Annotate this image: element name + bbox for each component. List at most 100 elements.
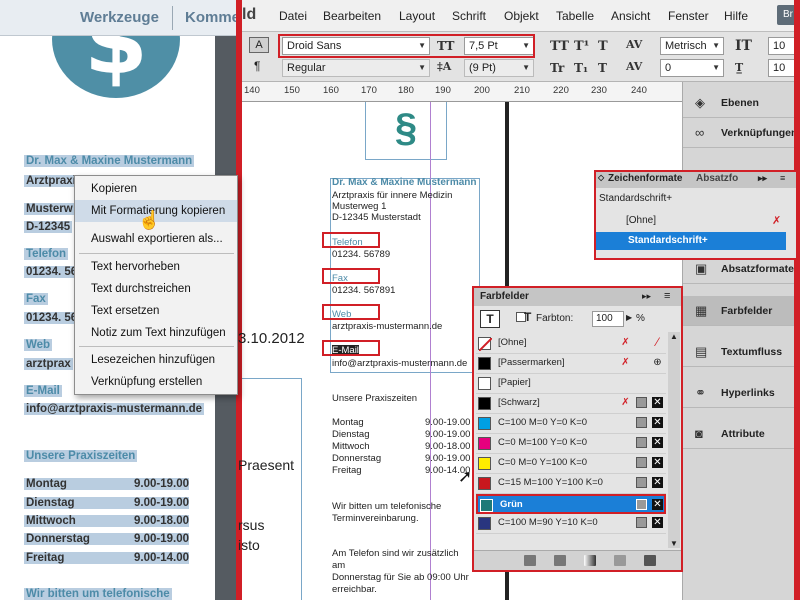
show-gradient-swatches-icon[interactable] xyxy=(584,555,596,566)
left-line-telefon: 01234. 56 xyxy=(24,266,80,278)
panel-expand-icon[interactable]: ▸▸ xyxy=(758,173,767,184)
dock-item-farbfelder[interactable]: ▦ Farbfelder xyxy=(683,296,800,326)
ctx-item-lesezeichen-hinzufuegen[interactable]: Lesezeichen hinzufügen xyxy=(75,349,237,371)
farbfelder-panel: Farbfelder ▸▸ ≡ T T Farbton: 100 ▶ % [Oh… xyxy=(472,286,683,572)
dock-item-attribute[interactable]: ◙ Attribute xyxy=(683,419,800,449)
swatch-row[interactable]: C=15 M=100 Y=100 K=0 ✕ xyxy=(476,474,666,494)
horizontal-scale-icon: T̲ xyxy=(735,61,744,74)
left-hours-time: 9.00-19.00 xyxy=(134,533,189,545)
ctx-item-verknuepfung-erstellen[interactable]: Verknüpfung erstellen xyxy=(75,371,237,393)
left-line-footer: Wir bitten um telefonische xyxy=(24,588,172,600)
tint-arrow-icon[interactable]: ▶ xyxy=(626,313,632,322)
doc-hours-time: 9.00-18.00 xyxy=(425,441,471,452)
all-caps-icon[interactable]: TT xyxy=(550,39,569,54)
swatches-scrollbar[interactable]: ▲ ▼ xyxy=(668,332,680,548)
ctx-item-text-durchstreichen[interactable]: Text durchstreichen xyxy=(75,278,237,300)
menu-bearbeiten[interactable]: Bearbeiten xyxy=(323,9,381,23)
underline-icon[interactable]: T xyxy=(598,39,608,54)
cmyk-icon: ✕ xyxy=(652,457,663,468)
strikethrough-icon[interactable]: T xyxy=(598,61,607,75)
menu-fenster[interactable]: Fenster xyxy=(668,9,709,23)
attributes-icon: ◙ xyxy=(695,426,703,441)
dock-item-ebenen[interactable]: ◈ Ebenen xyxy=(683,88,800,118)
menu-datei[interactable]: Datei xyxy=(279,9,307,23)
left-hours-row: Mittwoch 9.00-18.00 xyxy=(24,515,189,527)
menu-objekt[interactable]: Objekt xyxy=(504,9,539,23)
ctx-separator xyxy=(79,253,234,254)
underlying-text: isto xyxy=(238,537,260,553)
character-mode-button[interactable]: A xyxy=(249,37,269,53)
kerning-field[interactable]: Metrisch ▼ xyxy=(660,37,724,55)
small-caps-icon[interactable]: Tr xyxy=(550,61,564,75)
workspace-tab-kommentare[interactable]: Komme xyxy=(185,9,240,26)
ruler-tick: 230 xyxy=(591,85,607,96)
menu-hilfe[interactable]: Hilfe xyxy=(724,9,748,23)
collapse-icon[interactable]: ◇ xyxy=(598,173,604,182)
horizontal-ruler[interactable]: 140 150 160 170 180 190 200 210 220 230 … xyxy=(242,82,682,102)
paragraph-styles-icon: ▣ xyxy=(695,261,708,276)
tint-field[interactable]: 100 xyxy=(592,311,624,327)
swatch-name: Grün xyxy=(500,499,523,510)
subscript-icon[interactable]: T₁ xyxy=(574,61,588,75)
swatch-row[interactable]: C=100 M=0 Y=0 K=0 ✕ xyxy=(476,414,666,434)
tab-zeichenformate[interactable]: Zeichenformate xyxy=(608,173,682,184)
dock-item-verknuepfungen[interactable]: ∞ Verknüpfungen xyxy=(683,118,800,148)
menu-tabelle[interactable]: Tabelle xyxy=(556,9,594,23)
new-swatch-icon[interactable] xyxy=(614,555,626,566)
workspace-bar: Werkzeuge Komme xyxy=(0,0,242,36)
show-all-swatches-icon[interactable] xyxy=(524,555,536,566)
tab-absatzformate[interactable]: Absatzfo xyxy=(696,173,738,184)
tracking-field[interactable]: 0 ▼ xyxy=(660,59,724,77)
ctx-item-text-ersetzen[interactable]: Text ersetzen xyxy=(75,300,237,322)
character-style-ohne[interactable]: [Ohne] xyxy=(626,215,656,226)
fill-stroke-icon[interactable]: T xyxy=(480,310,500,328)
context-menu: Kopieren Mit Formatierung kopieren Auswa… xyxy=(74,175,238,395)
chevron-down-icon: ▼ xyxy=(712,41,720,50)
dock-item-label: Farbfelder xyxy=(721,305,773,317)
doc-title: Dr. Max & Maxine Mustermann xyxy=(332,177,477,188)
delete-swatch-icon[interactable] xyxy=(644,555,656,566)
swatch-name: [Ohne] xyxy=(498,337,527,348)
menu-schrift[interactable]: Schrift xyxy=(452,9,486,23)
swatches-icon: ▦ xyxy=(695,303,708,318)
panel-menu-icon[interactable]: ≡ xyxy=(664,290,670,302)
swatch-row[interactable]: [Passermarken] ✗ ⊕ xyxy=(476,354,666,374)
underlying-text: Praesent xyxy=(238,457,295,473)
scroll-down-icon[interactable]: ▼ xyxy=(670,539,678,548)
menu-ansicht[interactable]: Ansicht xyxy=(611,9,650,23)
workspace-tab-werkzeuge[interactable]: Werkzeuge xyxy=(80,9,159,26)
panel-expand-icon[interactable]: ▸▸ xyxy=(642,291,651,302)
swatch-row[interactable]: [Schwarz] ✗ ✕ xyxy=(476,394,666,414)
left-hours-row: Donnerstag 9.00-19.00 xyxy=(24,533,189,545)
swatch-chip xyxy=(478,377,491,390)
swatch-row[interactable]: C=0 M=0 Y=100 K=0 ✕ xyxy=(476,454,666,474)
leading-field[interactable]: (9 Pt) ▼ xyxy=(464,59,534,77)
paragraph-mode-button[interactable]: ¶ xyxy=(254,59,260,73)
scroll-up-icon[interactable]: ▲ xyxy=(670,332,678,341)
dock-item-hyperlinks[interactable]: ⚭ Hyperlinks xyxy=(683,378,800,408)
ctx-item-kopieren[interactable]: Kopieren xyxy=(75,178,237,200)
swatch-row-selected[interactable]: Grün ✕ xyxy=(476,494,666,514)
ctx-item-auswahl-exportieren[interactable]: Auswahl exportieren als... xyxy=(75,228,237,250)
cmyk-icon: ✕ xyxy=(652,499,663,510)
superscript-icon[interactable]: T¹ xyxy=(574,39,589,54)
cmyk-icon: ✕ xyxy=(652,437,663,448)
panel-menu-icon[interactable]: ≡ xyxy=(780,173,785,183)
text-format-icon[interactable]: T xyxy=(524,310,531,324)
font-style-select[interactable]: Regular ▼ xyxy=(282,59,430,77)
document-frame-left[interactable] xyxy=(242,378,302,600)
character-style-standardschrift[interactable]: Standardschrift+ xyxy=(596,232,786,250)
swatch-row[interactable]: C=0 M=100 Y=0 K=0 ✕ xyxy=(476,434,666,454)
ctx-item-text-hervorheben[interactable]: Text hervorheben xyxy=(75,256,237,278)
app-title-fragment: ld xyxy=(242,6,257,23)
swatch-row[interactable]: [Ohne] ✗ ⁄ xyxy=(476,334,666,354)
ctx-item-notiz-hinzufuegen[interactable]: Notiz zum Text hinzufügen xyxy=(75,322,237,344)
ruler-tick: 150 xyxy=(284,85,300,96)
swatch-row[interactable]: [Papier] xyxy=(476,374,666,394)
kerning-icon: AV xyxy=(626,38,643,51)
dock-item-textumfluss[interactable]: ▤ Textumfluss xyxy=(683,337,800,367)
document-logo-frame[interactable]: § xyxy=(365,102,447,160)
menu-layout[interactable]: Layout xyxy=(399,9,435,23)
swatch-row[interactable]: C=100 M=90 Y=10 K=0 ✕ xyxy=(476,514,666,534)
show-color-swatches-icon[interactable] xyxy=(554,555,566,566)
